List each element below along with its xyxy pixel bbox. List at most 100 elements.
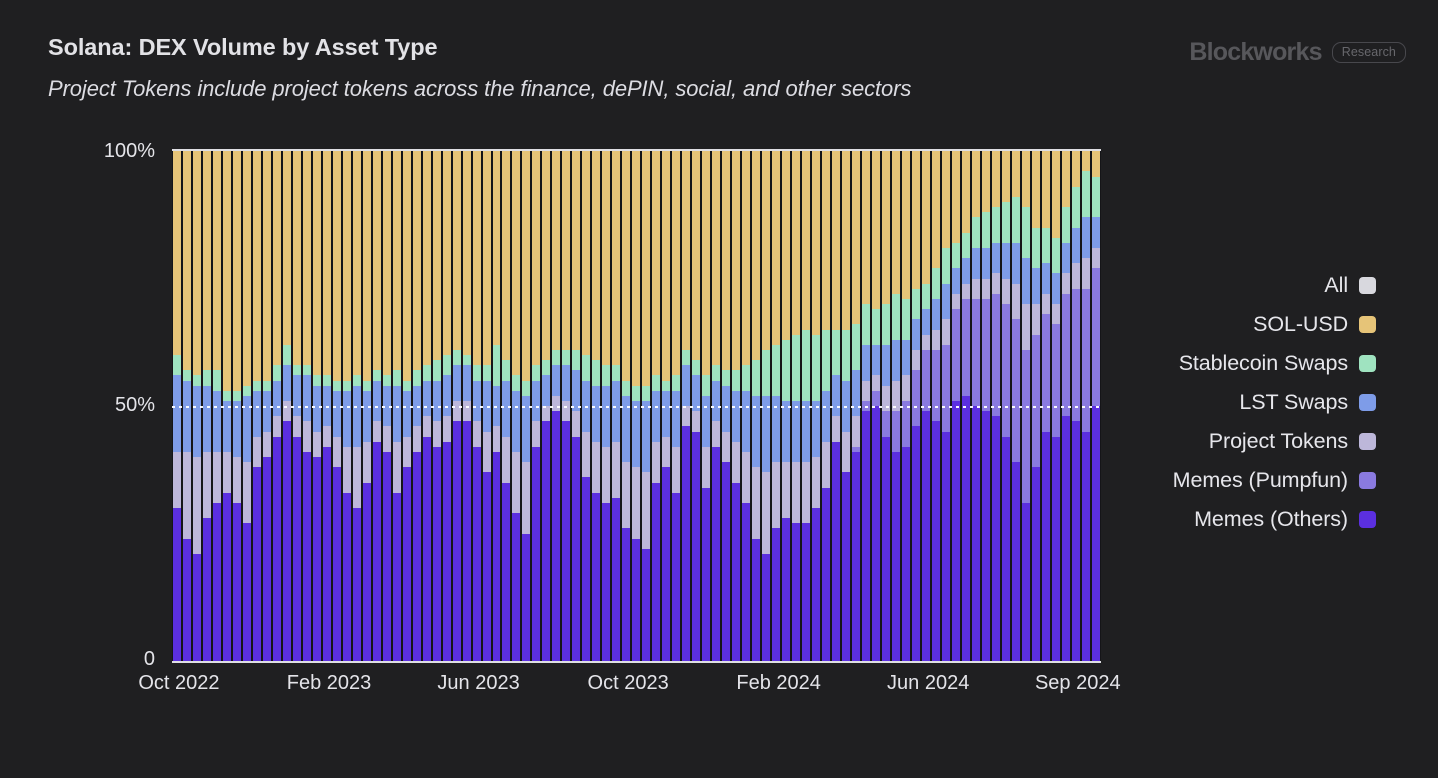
legend-item-memes-pumpfun[interactable]: Memes (Pumpfun) bbox=[1173, 463, 1376, 497]
bar-column[interactable] bbox=[980, 151, 991, 661]
bar-column[interactable] bbox=[581, 151, 592, 661]
bar-column[interactable] bbox=[990, 151, 1001, 661]
bar-column[interactable] bbox=[431, 151, 442, 661]
bar-column[interactable] bbox=[551, 151, 562, 661]
bar-column[interactable] bbox=[820, 151, 831, 661]
bar-column[interactable] bbox=[341, 151, 352, 661]
bar-column[interactable] bbox=[1070, 151, 1081, 661]
bar-column[interactable] bbox=[311, 151, 322, 661]
bar-column[interactable] bbox=[201, 151, 212, 661]
bar-column[interactable] bbox=[960, 151, 971, 661]
bar-column[interactable] bbox=[371, 151, 382, 661]
bar-column[interactable] bbox=[771, 151, 782, 661]
bar-column[interactable] bbox=[731, 151, 742, 661]
bar-column[interactable] bbox=[880, 151, 891, 661]
bar-column[interactable] bbox=[950, 151, 961, 661]
bar-column[interactable] bbox=[351, 151, 362, 661]
bar-column[interactable] bbox=[761, 151, 772, 661]
bar-column[interactable] bbox=[751, 151, 762, 661]
bar-column[interactable] bbox=[411, 151, 422, 661]
bar-column[interactable] bbox=[241, 151, 252, 661]
bar-column[interactable] bbox=[890, 151, 901, 661]
bar-column[interactable] bbox=[850, 151, 861, 661]
bar-column[interactable] bbox=[321, 151, 332, 661]
bar-column[interactable] bbox=[681, 151, 692, 661]
bar-column[interactable] bbox=[441, 151, 452, 661]
bar-column[interactable] bbox=[381, 151, 392, 661]
bar-column[interactable] bbox=[1030, 151, 1041, 661]
bar-column[interactable] bbox=[860, 151, 871, 661]
bar-column[interactable] bbox=[801, 151, 811, 661]
bar-column[interactable] bbox=[561, 151, 572, 661]
bar-column[interactable] bbox=[840, 151, 851, 661]
bar-column[interactable] bbox=[900, 151, 911, 661]
bar-column[interactable] bbox=[401, 151, 412, 661]
bar-column[interactable] bbox=[920, 151, 931, 661]
bar-column[interactable] bbox=[781, 151, 792, 661]
bar-column[interactable] bbox=[481, 151, 492, 661]
bar-column[interactable] bbox=[1040, 151, 1051, 661]
bar-column[interactable] bbox=[1060, 151, 1071, 661]
bar-column[interactable] bbox=[591, 151, 602, 661]
bar-column[interactable] bbox=[791, 151, 802, 661]
bar-column[interactable] bbox=[251, 151, 262, 661]
bar-column[interactable] bbox=[391, 151, 402, 661]
bar-column[interactable] bbox=[181, 151, 192, 661]
bar-column[interactable] bbox=[711, 151, 722, 661]
bar-column[interactable] bbox=[1000, 151, 1011, 661]
bar-column[interactable] bbox=[1020, 151, 1031, 661]
bar-column[interactable] bbox=[421, 151, 432, 661]
legend-item-stablecoin-swaps[interactable]: Stablecoin Swaps bbox=[1179, 346, 1376, 380]
bar-column[interactable] bbox=[271, 151, 282, 661]
bar-column[interactable] bbox=[231, 151, 242, 661]
bar-column[interactable] bbox=[461, 151, 472, 661]
bar-column[interactable] bbox=[521, 151, 532, 661]
bar-column[interactable] bbox=[940, 151, 951, 661]
bar-column[interactable] bbox=[511, 151, 522, 661]
bar-column[interactable] bbox=[870, 151, 881, 661]
bar-column[interactable] bbox=[661, 151, 672, 661]
bar-column[interactable] bbox=[261, 151, 272, 661]
bar-column[interactable] bbox=[631, 151, 642, 661]
bar-column[interactable] bbox=[701, 151, 712, 661]
bar-column[interactable] bbox=[571, 151, 582, 661]
bar-column[interactable] bbox=[641, 151, 652, 661]
bar-column[interactable] bbox=[671, 151, 682, 661]
bar-column[interactable] bbox=[491, 151, 502, 661]
bar-column[interactable] bbox=[910, 151, 921, 661]
bar-column[interactable] bbox=[221, 151, 232, 661]
legend-item-memes-others[interactable]: Memes (Others) bbox=[1194, 502, 1376, 536]
bar-column[interactable] bbox=[1080, 151, 1091, 661]
legend-item-sol-usd[interactable]: SOL-USD bbox=[1253, 307, 1376, 341]
bar-column[interactable] bbox=[281, 151, 292, 661]
bar-column[interactable] bbox=[361, 151, 372, 661]
legend-item-all[interactable]: All bbox=[1324, 268, 1376, 302]
bar-column[interactable] bbox=[451, 151, 462, 661]
bar-column[interactable] bbox=[1010, 151, 1021, 661]
bar-column[interactable] bbox=[830, 151, 841, 661]
bar-column[interactable] bbox=[191, 151, 202, 661]
bar-column[interactable] bbox=[1050, 151, 1061, 661]
legend-item-project-tokens[interactable]: Project Tokens bbox=[1209, 424, 1376, 458]
bar-column[interactable] bbox=[501, 151, 512, 661]
bar-column[interactable] bbox=[970, 151, 981, 661]
bar-column[interactable] bbox=[172, 151, 182, 661]
bar-column[interactable] bbox=[541, 151, 552, 661]
bar-column[interactable] bbox=[811, 151, 821, 661]
bar-column[interactable] bbox=[651, 151, 662, 661]
bar-column[interactable] bbox=[301, 151, 312, 661]
bar-column[interactable] bbox=[621, 151, 632, 661]
bar-column[interactable] bbox=[331, 151, 342, 661]
bar-column[interactable] bbox=[721, 151, 732, 661]
bar-column[interactable] bbox=[211, 151, 222, 661]
bar-column[interactable] bbox=[471, 151, 482, 661]
bar-column[interactable] bbox=[930, 151, 941, 661]
bar-column[interactable] bbox=[601, 151, 612, 661]
legend-item-lst-swaps[interactable]: LST Swaps bbox=[1239, 385, 1376, 419]
bar-column[interactable] bbox=[741, 151, 752, 661]
bar-column[interactable] bbox=[291, 151, 302, 661]
bar-column[interactable] bbox=[1090, 151, 1101, 661]
bar-column[interactable] bbox=[531, 151, 542, 661]
bar-column[interactable] bbox=[611, 151, 622, 661]
bar-column[interactable] bbox=[691, 151, 702, 661]
